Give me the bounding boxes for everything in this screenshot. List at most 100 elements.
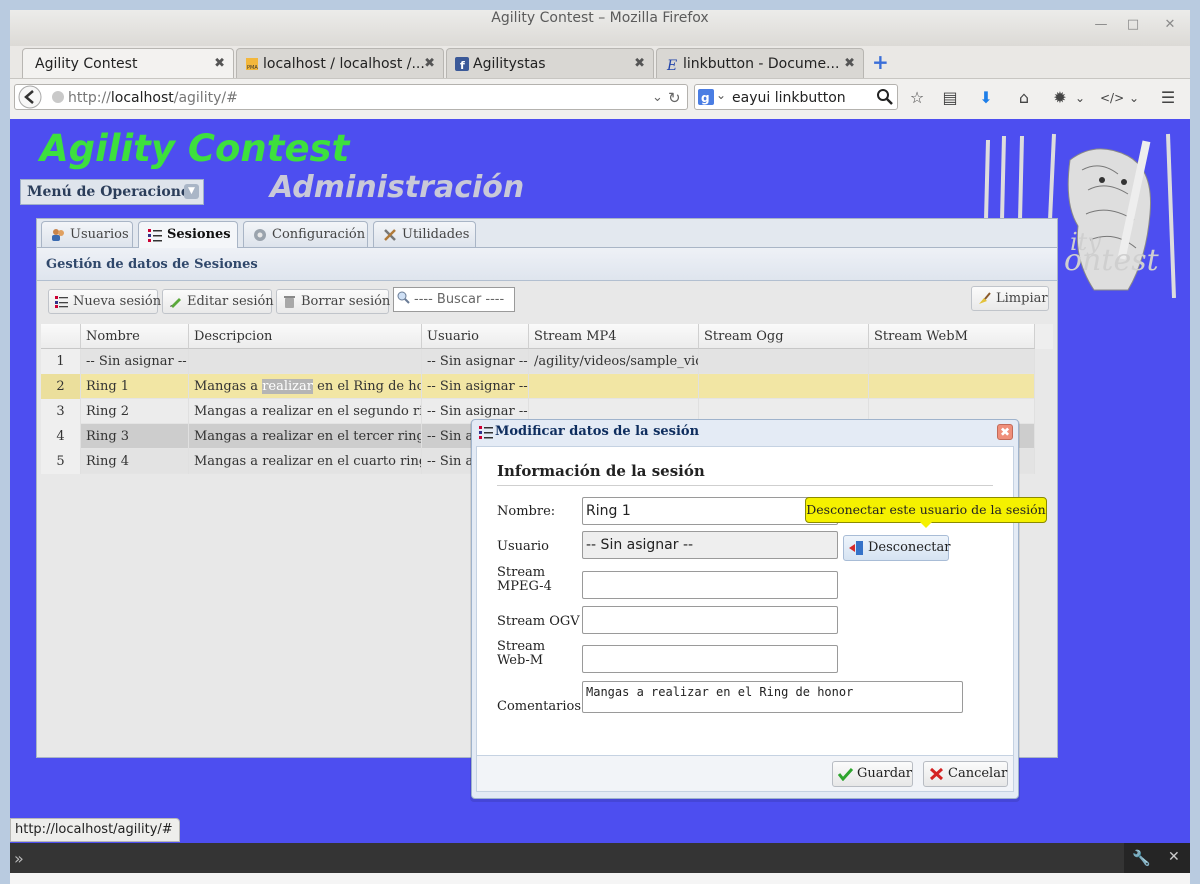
addon-icon[interactable]: ✹ (1050, 88, 1070, 108)
clear-button[interactable]: Limpiar (971, 286, 1049, 311)
delete-session-button[interactable]: Borrar sesión (276, 289, 390, 314)
close-devtools-icon[interactable]: ✕ (1168, 849, 1180, 865)
globe-icon (52, 91, 64, 103)
developer-icon[interactable]: </> (1100, 88, 1124, 108)
search-engine-dropdown-icon[interactable]: ⌄ (716, 88, 726, 102)
comentarios-textarea[interactable]: Mangas a realizar en el Ring de honor (582, 681, 963, 713)
tab-linkbutton-docs[interactable]: E linkbutton - Docume... ✖ (656, 48, 864, 78)
console-prompt-icon[interactable]: » (14, 849, 24, 868)
google-icon[interactable]: g (698, 89, 714, 105)
webm-field[interactable] (582, 645, 838, 673)
home-icon[interactable]: ⌂ (1014, 88, 1034, 108)
tab-label: Agilitystas (473, 56, 546, 72)
tab-close-icon[interactable]: ✖ (634, 49, 645, 78)
nombre-field[interactable]: Ring 1 (582, 497, 838, 525)
minimize-icon[interactable]: — (1094, 18, 1108, 32)
column-header-webm[interactable]: Stream WebM (869, 324, 1035, 349)
tab-phpmyadmin[interactable]: PMA localhost / localhost /... ✖ (236, 48, 444, 78)
download-icon[interactable]: ⬇ (976, 88, 996, 108)
cancel-label: Cancelar (948, 766, 1008, 781)
bookmark-star-icon[interactable]: ☆ (907, 88, 927, 108)
dialog-close-icon[interactable]: ✖ (997, 424, 1013, 440)
cell-usuario: -- Sin asignar -- (422, 374, 529, 399)
svg-text:PMA: PMA (247, 65, 258, 71)
label-webm: Stream Web-M (497, 639, 546, 668)
cell-webm (869, 374, 1035, 399)
row-number: 4 (41, 424, 81, 449)
addon-dropdown-icon[interactable]: ⌄ (1070, 88, 1090, 108)
column-header-descripcion[interactable]: Descripcion (189, 324, 422, 349)
column-header-nombre[interactable]: Nombre (81, 324, 189, 349)
tab-label: linkbutton - Docume... (683, 56, 840, 72)
section-title: Gestión de datos de Sesiones (46, 257, 258, 272)
cell-nombre: Ring 2 (81, 399, 189, 424)
list-add-icon (55, 296, 68, 308)
magnifier-icon (397, 291, 410, 304)
svg-text:f: f (460, 59, 465, 71)
cell-nombre: Ring 1 (81, 374, 189, 399)
cell-ogg (699, 374, 869, 399)
cell-nombre: Ring 4 (81, 449, 189, 474)
edit-session-button[interactable]: Editar sesión (162, 289, 274, 314)
disconnect-button[interactable]: Desconectar (843, 535, 950, 561)
logout-icon (849, 541, 863, 555)
developer-toolbar (10, 843, 1190, 873)
save-label: Guardar (857, 766, 913, 781)
column-header-ogg[interactable]: Stream Ogg (699, 324, 869, 349)
url-dropdown-icon[interactable]: ⌄ (652, 90, 663, 105)
tab-close-icon[interactable]: ✖ (214, 49, 225, 78)
mpeg4-field[interactable] (582, 571, 838, 599)
tab-close-icon[interactable]: ✖ (844, 49, 855, 78)
search-input[interactable]: eayui linkbutton (732, 90, 846, 106)
tab-agilitystas[interactable]: f Agilitystas ✖ (446, 48, 654, 78)
tab-close-icon[interactable]: ✖ (424, 49, 435, 78)
table-row[interactable]: 1 -- Sin asignar -- -- Sin asignar -- /a… (41, 349, 1035, 374)
tab-utilidades[interactable]: Utilidades (373, 221, 476, 247)
cancel-button[interactable]: Cancelar (923, 761, 1008, 787)
developer-dropdown-icon[interactable]: ⌄ (1124, 88, 1144, 108)
admin-title: Administración (270, 170, 525, 205)
dialog-list-icon (479, 426, 493, 439)
tab-label: Configuración (272, 227, 366, 242)
reload-icon[interactable]: ↻ (668, 89, 681, 107)
pencil-icon (170, 298, 181, 308)
cell-nombre: -- Sin asignar -- (81, 349, 189, 374)
search-icon[interactable] (876, 88, 894, 106)
grid-search-input[interactable]: ---- Buscar ---- (393, 287, 515, 312)
close-window-icon[interactable]: ✕ (1163, 18, 1177, 32)
tab-configuracion[interactable]: Configuración (243, 221, 368, 247)
check-icon (838, 767, 853, 781)
tooltip-arrow (920, 522, 932, 528)
save-button[interactable]: Guardar (832, 761, 913, 787)
wrench-icon[interactable]: 🔧 (1132, 849, 1151, 867)
url-text: http://localhost/agility/# (68, 90, 238, 106)
new-session-button[interactable]: Nueva sesión (48, 289, 162, 314)
column-header-usuario[interactable]: Usuario (422, 324, 529, 349)
clear-label: Limpiar (996, 291, 1048, 306)
label-mpeg4: Stream MPEG-4 (497, 565, 552, 594)
tab-sesiones[interactable]: Sesiones (138, 221, 238, 248)
tab-agility-contest[interactable]: Agility Contest ✖ (22, 48, 234, 78)
list-icon (148, 229, 162, 242)
maximize-icon[interactable]: □ (1126, 18, 1140, 32)
cell-descripcion: Mangas a realizar en el cuarto ring (189, 449, 422, 474)
label-nombre: Nombre: (497, 504, 556, 519)
dialog-legend: Información de la sesión (497, 462, 705, 480)
svg-text:g: g (701, 91, 710, 105)
operations-menu-button[interactable]: Menú de Operaciones ▼ (20, 179, 204, 205)
table-row-selected[interactable]: 2 Ring 1 Mangas a realizar en el Ring de… (41, 374, 1035, 399)
new-tab-icon[interactable]: + (872, 52, 892, 72)
column-header-mp4[interactable]: Stream MP4 (529, 324, 699, 349)
tab-usuarios[interactable]: Usuarios (41, 221, 133, 247)
ogv-field[interactable] (582, 606, 838, 634)
hamburger-menu-icon[interactable]: ☰ (1158, 88, 1178, 108)
tab-label: Agility Contest (35, 56, 138, 72)
operations-menu-label: Menú de Operaciones (27, 184, 198, 200)
back-icon[interactable] (17, 85, 43, 109)
easyui-icon: E (666, 58, 677, 71)
reading-list-icon[interactable]: ▤ (940, 88, 960, 108)
new-session-label: Nueva sesión (73, 294, 162, 309)
cell-mp4 (529, 374, 699, 399)
cell-nombre: Ring 3 (81, 424, 189, 449)
cell-webm (869, 349, 1035, 374)
